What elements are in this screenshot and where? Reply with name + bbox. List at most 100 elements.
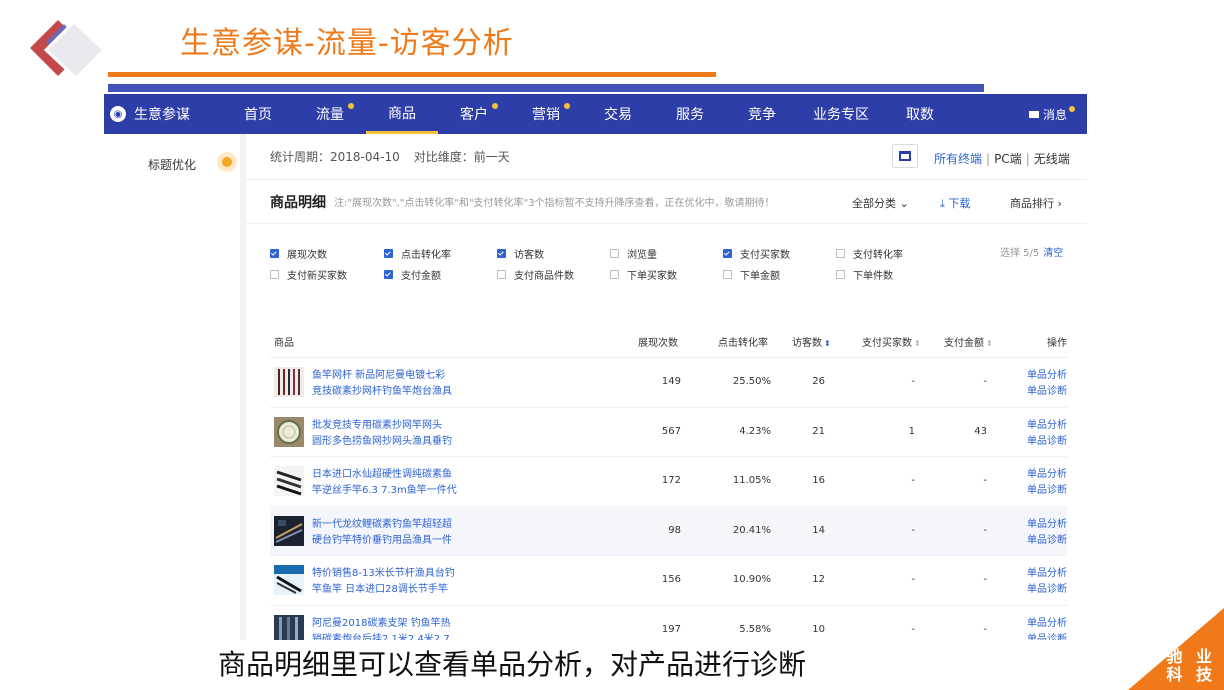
- nav-label: 交易: [604, 107, 632, 123]
- col-pay-amount[interactable]: 支付金额 ⬍: [944, 334, 993, 349]
- nav-item-customer[interactable]: 客户: [438, 94, 510, 134]
- category-dropdown[interactable]: 全部分类 ⌄: [852, 195, 909, 211]
- download-label: 下载: [948, 197, 971, 210]
- single-analysis-link[interactable]: 单品分析: [1027, 517, 1067, 533]
- cell-pay-amount: -: [983, 376, 987, 387]
- corner-brand-text: 驰 业科 技: [1166, 648, 1216, 684]
- section-title: 商品明细: [270, 194, 326, 211]
- product-name-line: 竞技碳素抄网杆钓鱼竿炮台渔具: [312, 386, 452, 397]
- single-diagnose-link[interactable]: 单品诊断: [1027, 582, 1067, 598]
- cell-visitors: 12: [812, 574, 825, 585]
- col-pay-buyers[interactable]: 支付买家数 ⬍: [862, 334, 921, 349]
- single-diagnose-link[interactable]: 单品诊断: [1027, 483, 1067, 499]
- metric-checkbox[interactable]: 支付商品件数: [497, 267, 574, 282]
- single-diagnose-link[interactable]: 单品诊断: [1027, 434, 1067, 450]
- col-impressions: 展现次数: [638, 338, 678, 349]
- nav-item-marketing[interactable]: 营销: [510, 94, 582, 134]
- terminal-all[interactable]: 所有终端: [934, 152, 982, 166]
- metric-label: 支付转化率: [853, 250, 903, 261]
- clear-selection-link[interactable]: 清空: [1043, 248, 1063, 259]
- terminal-switch: 所有终端 | PC端 | 无线端: [934, 150, 1070, 167]
- nav-messages[interactable]: 消息: [1028, 94, 1075, 134]
- filter-bar: 统计周期：2018-04-10 对比维度：前一天 所有终端 | PC端 | 无线端: [246, 134, 1087, 180]
- cell-visitors: 21: [812, 425, 825, 437]
- product-thumbnail[interactable]: [274, 367, 304, 397]
- product-name-link[interactable]: 阿尼曼2018碳素支架 钓鱼竿热 销碳素炮台后挂2.1米2.4米2.7: [312, 616, 460, 641]
- nav-label: 营销: [532, 107, 560, 123]
- notification-dot: [1069, 106, 1075, 112]
- metric-checkbox[interactable]: 浏览量: [610, 246, 657, 261]
- checkbox-icon: [723, 270, 732, 279]
- product-name-link[interactable]: 鱼竿网杆 新品阿尼曼电镀七彩 竞技碳素抄网杆钓鱼竿炮台渔具: [312, 368, 460, 400]
- single-analysis-link[interactable]: 单品分析: [1027, 418, 1067, 434]
- metric-checkbox[interactable]: 访客数: [497, 246, 544, 261]
- terminal-pc[interactable]: PC端: [994, 152, 1022, 166]
- single-analysis-link[interactable]: 单品分析: [1027, 616, 1067, 632]
- download-button[interactable]: ⤓ 下载: [940, 195, 970, 211]
- decorative-bar: [108, 84, 984, 92]
- metric-checkbox[interactable]: 支付新买家数: [270, 267, 347, 282]
- row-actions: 单品分析 单品诊断: [1027, 467, 1067, 499]
- terminal-wireless[interactable]: 无线端: [1034, 152, 1070, 166]
- metric-label: 浏览量: [627, 250, 657, 261]
- cell-pay-buyers: -: [911, 574, 915, 585]
- nav-item-competition[interactable]: 竞争: [726, 94, 798, 134]
- calendar-button[interactable]: [892, 144, 918, 168]
- compass-icon: ◉: [110, 106, 126, 122]
- cell-pay-amount: -: [983, 623, 987, 635]
- table-row: 特价销售8-13米长节杆渔具台钓 竿鱼竿 日本进口28调长节手竿 156 10.9…: [270, 556, 1067, 606]
- checkbox-icon: [723, 249, 732, 258]
- single-diagnose-link[interactable]: 单品诊断: [1027, 632, 1067, 641]
- nav-item-data-fetch[interactable]: 取数: [884, 94, 956, 134]
- product-thumbnail[interactable]: [274, 466, 304, 496]
- product-name-link[interactable]: 批发竞技专用碳素抄网竿网头 圆形多色捞鱼网抄网头渔具垂钓: [312, 418, 460, 450]
- cell-pay-amount: -: [983, 524, 987, 536]
- nav-item-service[interactable]: 服务: [654, 94, 726, 134]
- metric-checkbox[interactable]: 下单买家数: [610, 267, 677, 282]
- sidebar-item-title-optimize[interactable]: 标题优化: [148, 156, 196, 173]
- nav-brand[interactable]: ◉ 生意参谋: [104, 104, 222, 124]
- single-analysis-link[interactable]: 单品分析: [1027, 566, 1067, 582]
- metric-checkbox[interactable]: 展现次数: [270, 246, 327, 261]
- product-name-line: 竿逆丝手竿6.3 7.3m鱼竿一件代: [312, 485, 457, 496]
- messages-label: 消息: [1042, 107, 1067, 122]
- cell-impressions: 156: [661, 574, 681, 585]
- product-thumbnail[interactable]: [274, 416, 304, 447]
- metric-checkbox[interactable]: 下单金额: [723, 267, 780, 282]
- product-name-link[interactable]: 日本进口水仙超硬性调纯碳素鱼 竿逆丝手竿6.3 7.3m鱼竿一件代: [312, 467, 460, 499]
- notification-dot: [492, 103, 498, 109]
- corner-brand-line: 驰 业: [1166, 647, 1216, 666]
- notification-dot: [348, 103, 354, 109]
- single-diagnose-link[interactable]: 单品诊断: [1027, 533, 1067, 549]
- metric-label: 支付金额: [401, 271, 441, 282]
- metric-selector: 展现次数 点击转化率 访客数 浏览量 支付买家数 支付转化率 支付新买家数 支付…: [246, 224, 1087, 320]
- metric-checkbox[interactable]: 下单件数: [836, 267, 893, 282]
- single-analysis-link[interactable]: 单品分析: [1027, 368, 1067, 384]
- metric-checkbox[interactable]: 点击转化率: [384, 246, 451, 261]
- compare-dimension[interactable]: 对比维度：前一天: [414, 148, 510, 165]
- product-name-link[interactable]: 新一代龙纹鲤碳素钓鱼竿超轻超 硬台钓竿特价垂钓用品渔具一件: [312, 517, 460, 549]
- product-thumbnail[interactable]: [274, 565, 304, 595]
- nav-item-product[interactable]: 商品: [366, 94, 438, 134]
- product-name-link[interactable]: 特价销售8-13米长节杆渔具台钓 竿鱼竿 日本进口28调长节手竿: [312, 566, 460, 598]
- product-thumbnail[interactable]: [274, 515, 304, 546]
- metric-checkbox[interactable]: 支付转化率: [836, 246, 903, 261]
- cell-visitors: 10: [812, 623, 825, 635]
- single-analysis-link[interactable]: 单品分析: [1027, 467, 1067, 483]
- cell-pay-buyers: 1: [908, 425, 915, 437]
- nav-item-home[interactable]: 首页: [222, 94, 294, 134]
- nav-item-business[interactable]: 业务专区: [798, 94, 884, 134]
- product-name-line: 竿鱼竿 日本进口28调长节手竿: [312, 584, 448, 595]
- row-actions: 单品分析 单品诊断: [1027, 566, 1067, 598]
- metric-checkbox[interactable]: 支付金额: [384, 267, 441, 282]
- nav-item-traffic[interactable]: 流量: [294, 94, 366, 134]
- checkbox-icon: [384, 270, 393, 279]
- single-diagnose-link[interactable]: 单品诊断: [1027, 384, 1067, 400]
- product-rank-link[interactable]: 商品排行 ›: [1010, 195, 1062, 211]
- col-visitors[interactable]: 访客数 ⬍: [792, 334, 831, 349]
- nav-item-trade[interactable]: 交易: [582, 94, 654, 134]
- cell-impressions: 172: [661, 475, 681, 486]
- metric-checkbox[interactable]: 支付买家数: [723, 246, 790, 261]
- cell-ctr: 10.90%: [732, 574, 771, 585]
- product-thumbnail[interactable]: [274, 614, 304, 641]
